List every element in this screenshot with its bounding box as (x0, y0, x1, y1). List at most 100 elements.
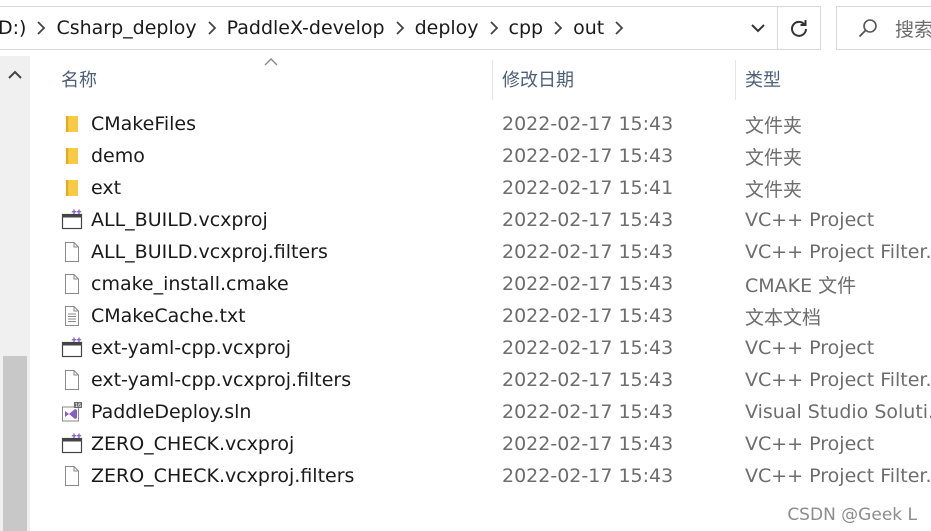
file-modified-date: 2022-02-17 15:43 (502, 209, 674, 231)
breadcrumb-item[interactable]: cpp (509, 17, 544, 39)
breadcrumb-item[interactable]: PaddleX-develop (227, 17, 385, 39)
scroll-up-button[interactable] (0, 56, 30, 92)
breadcrumb-item[interactable]: out (573, 17, 604, 39)
breadcrumb-root[interactable]: D:) (0, 17, 26, 39)
file-row[interactable]: ext 2022-02-17 15:41 文件夹 (30, 172, 931, 204)
chevron-right-icon (615, 21, 624, 35)
file-modified-date: 2022-02-17 15:43 (502, 401, 674, 423)
file-modified-date: 2022-02-17 15:43 (502, 241, 674, 263)
file-icon (61, 465, 83, 487)
file-row[interactable]: demo 2022-02-17 15:43 文件夹 (30, 140, 931, 172)
file-name[interactable]: ZERO_CHECK.vcxproj (91, 428, 294, 460)
file-modified-date: 2022-02-17 15:43 (502, 369, 674, 391)
file-modified-date: 2022-02-17 15:43 (502, 465, 674, 487)
breadcrumb-separator[interactable] (543, 7, 573, 49)
folder-icon (61, 113, 83, 135)
column-divider[interactable] (492, 60, 493, 100)
column-divider[interactable] (735, 60, 736, 100)
folder-icon (61, 145, 83, 167)
vertical-scrollbar[interactable] (0, 56, 30, 531)
address-history-dropdown[interactable] (738, 7, 778, 49)
file-modified-date: 2022-02-17 15:43 (502, 145, 674, 167)
text-file-icon (61, 305, 83, 327)
file-name[interactable]: ext-yaml-cpp.vcxproj.filters (91, 364, 351, 396)
file-type: CMAKE 文件 (745, 274, 857, 297)
file-type: 文件夹 (745, 146, 803, 169)
sln-icon: 16 (61, 401, 83, 423)
file-modified-date: 2022-02-17 15:43 (502, 273, 674, 295)
file-modified-date: 2022-02-17 15:43 (502, 113, 674, 135)
file-icon (61, 369, 83, 391)
file-type: VC++ Project (745, 337, 875, 359)
file-type: VC++ Project (745, 433, 875, 455)
chevron-right-icon (208, 21, 216, 35)
file-type: 文件夹 (745, 114, 803, 137)
file-name[interactable]: ext (91, 172, 121, 204)
file-modified-date: 2022-02-17 15:41 (502, 177, 674, 199)
refresh-icon (791, 20, 807, 37)
chevron-down-icon (751, 23, 765, 32)
sort-ascending-icon (264, 58, 278, 66)
file-row[interactable]: ext-yaml-cpp.vcxproj 2022-02-17 15:43 VC++… (30, 332, 931, 364)
file-type: Visual Studio Soluti... (745, 401, 931, 423)
column-header-row: 名称 修改日期 类型 (30, 56, 931, 102)
file-row[interactable]: ALL_BUILD.vcxproj.filters 2022-02-17 15:4… (30, 236, 931, 268)
breadcrumb-separator[interactable] (604, 7, 634, 49)
file-row[interactable]: ext-yaml-cpp.vcxproj.filters 2022-02-17 1… (30, 364, 931, 396)
file-type: VC++ Project Filter... (745, 369, 931, 391)
scrollbar-thumb[interactable] (3, 356, 27, 531)
breadcrumb-separator[interactable] (197, 7, 227, 49)
file-name[interactable]: demo (91, 140, 145, 172)
search-placeholder: 搜索 (895, 18, 931, 41)
search-box[interactable]: 搜索 (836, 6, 931, 50)
file-list: CMakeFiles 2022-02-17 15:43 文件夹 demo 2022-02… (30, 108, 931, 492)
folder-icon (61, 177, 83, 199)
file-name[interactable]: cmake_install.cmake (91, 268, 289, 300)
breadcrumb-separator[interactable] (26, 7, 56, 49)
file-row[interactable]: CMakeCache.txt 2022-02-17 15:43 文本文档 (30, 300, 931, 332)
refresh-button[interactable] (777, 7, 820, 49)
chevron-right-icon (395, 21, 404, 35)
breadcrumb-item[interactable]: Csharp_deploy (56, 17, 196, 39)
file-row[interactable]: 16 PaddleDeploy.sln 2022-02-17 15:43 Visual… (30, 396, 931, 428)
file-row[interactable]: ALL_BUILD.vcxproj 2022-02-17 15:43 VC++ Pr… (30, 204, 931, 236)
svg-text:16: 16 (75, 403, 81, 409)
file-modified-date: 2022-02-17 15:43 (502, 305, 674, 327)
file-type: 文件夹 (745, 178, 803, 201)
file-icon (61, 241, 83, 263)
file-type: VC++ Project Filter... (745, 241, 931, 263)
file-type: VC++ Project (745, 209, 875, 231)
vcxproj-icon (61, 337, 83, 359)
file-modified-date: 2022-02-17 15:43 (502, 337, 674, 359)
watermark: CSDN @Geek L (787, 505, 917, 525)
vcxproj-icon (61, 209, 83, 231)
file-name[interactable]: ext-yaml-cpp.vcxproj (91, 332, 291, 364)
file-name[interactable]: ALL_BUILD.vcxproj (91, 204, 268, 236)
file-name[interactable]: ZERO_CHECK.vcxproj.filters (91, 460, 354, 492)
breadcrumb-item[interactable]: deploy (415, 17, 479, 39)
breadcrumb-separator[interactable] (385, 7, 415, 49)
breadcrumb-separator[interactable] (479, 7, 509, 49)
file-row[interactable]: ZERO_CHECK.vcxproj.filters 2022-02-17 15:… (30, 460, 931, 492)
chevron-right-icon (554, 21, 563, 35)
search-icon (858, 19, 877, 38)
vcxproj-icon (61, 433, 83, 455)
file-row[interactable]: ZERO_CHECK.vcxproj 2022-02-17 15:43 VC++ P… (30, 428, 931, 460)
chevron-right-icon (489, 21, 498, 35)
file-row[interactable]: cmake_install.cmake 2022-02-17 15:43 CMAKE… (30, 268, 931, 300)
chevron-up-icon (8, 70, 22, 79)
address-bar[interactable]: D:) Csharp_deploy PaddleX-develop deploy cp… (0, 6, 821, 50)
file-name[interactable]: CMakeFiles (91, 108, 196, 140)
file-icon (61, 273, 83, 295)
chevron-right-icon (37, 21, 46, 35)
column-header-name[interactable]: 名称 (61, 56, 97, 102)
column-header-type[interactable]: 类型 (745, 56, 781, 102)
column-header-date[interactable]: 修改日期 (502, 56, 574, 102)
file-modified-date: 2022-02-17 15:43 (502, 433, 674, 455)
file-type: 文本文档 (745, 306, 822, 329)
file-name[interactable]: CMakeCache.txt (91, 300, 246, 332)
file-name[interactable]: ALL_BUILD.vcxproj.filters (91, 236, 328, 268)
file-name[interactable]: PaddleDeploy.sln (91, 396, 251, 428)
file-row[interactable]: CMakeFiles 2022-02-17 15:43 文件夹 (30, 108, 931, 140)
toolbar: D:) Csharp_deploy PaddleX-develop deploy cp… (0, 0, 931, 56)
